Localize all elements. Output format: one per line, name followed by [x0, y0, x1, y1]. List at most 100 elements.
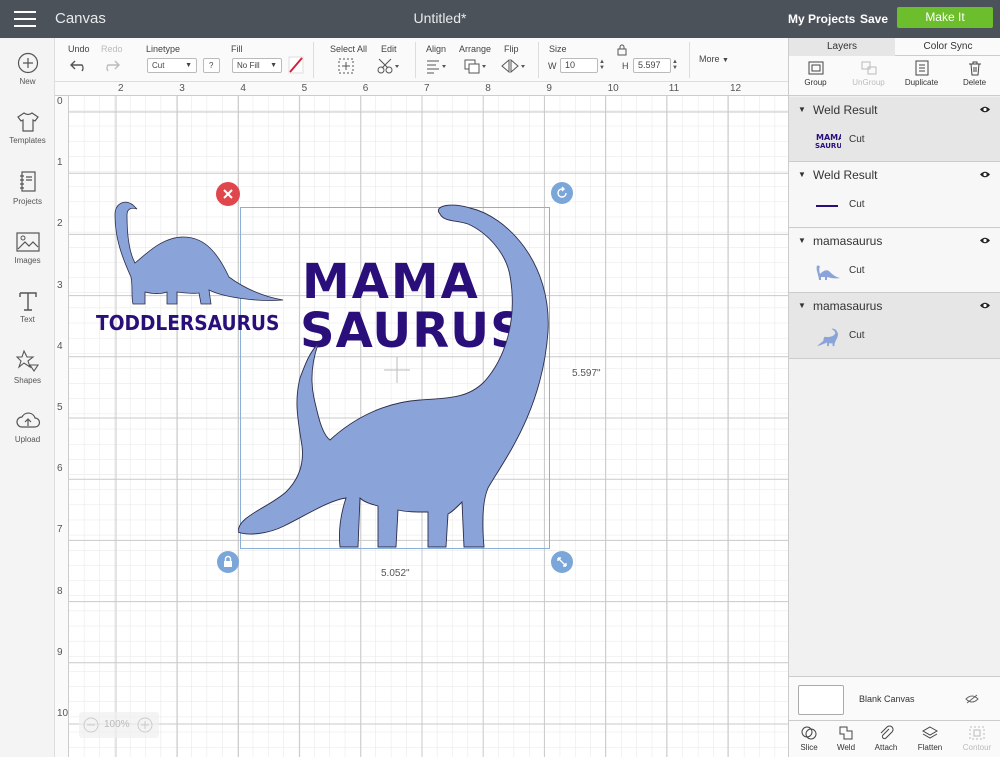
attach-button[interactable]: Attach — [866, 725, 906, 752]
visibility-eye-icon[interactable] — [979, 105, 991, 114]
sidebar-item-label: Upload — [14, 435, 41, 444]
lock-aspect-icon[interactable] — [616, 44, 628, 56]
ruler-top-label: 11 — [668, 83, 680, 94]
delete-button[interactable]: Delete — [948, 60, 1000, 87]
zoom-in-icon[interactable] — [137, 717, 153, 733]
layer-header[interactable]: ▼ Weld Result — [789, 162, 1000, 188]
sidebar-item-new[interactable]: New — [0, 52, 55, 86]
svg-text:MAMA: MAMA — [816, 133, 841, 142]
sidebar-item-templates[interactable]: Templates — [0, 111, 55, 145]
ruler-top-label: 5 — [301, 83, 308, 94]
sidebar-item-label: Images — [14, 256, 41, 265]
duplicate-button[interactable]: Duplicate — [895, 60, 948, 87]
zoom-control: 100% — [79, 712, 159, 738]
blank-canvas-swatch[interactable] — [798, 685, 844, 715]
group-button[interactable]: Group — [789, 60, 842, 87]
attach-label: Attach — [874, 743, 898, 752]
contour-button[interactable]: Contour — [957, 725, 997, 752]
sidebar-item-shapes[interactable]: Shapes — [0, 349, 55, 385]
more-menu[interactable]: More ▼ — [699, 54, 729, 64]
sidebar-item-label: Templates — [9, 136, 46, 145]
visibility-eye-icon[interactable] — [979, 236, 991, 245]
redo-label: Redo — [101, 44, 123, 54]
sidebar-item-upload[interactable]: Upload — [0, 410, 55, 444]
ungroup-button[interactable]: UnGroup — [842, 60, 895, 87]
layer-header[interactable]: ▼ Weld Result — [789, 97, 1000, 123]
collapse-triangle-icon[interactable]: ▼ — [798, 228, 806, 254]
caret-down-icon: ▼ — [270, 62, 277, 69]
tab-layers[interactable]: Layers — [789, 38, 895, 56]
save-button[interactable]: Save — [860, 12, 888, 26]
layer-header[interactable]: ▼ mamasaurus — [789, 228, 1000, 254]
ungroup-label: UnGroup — [852, 78, 885, 87]
zoom-out-icon[interactable] — [83, 717, 99, 733]
sidebar-item-images[interactable]: Images — [0, 231, 55, 265]
visibility-eye-icon[interactable] — [979, 301, 991, 310]
fill-color-swatch-icon[interactable] — [288, 56, 304, 74]
sidebar-item-projects[interactable]: Projects — [0, 170, 55, 206]
linetype-select[interactable]: Cut ▼ — [147, 58, 197, 73]
layer-item[interactable]: MAMA SAURUS Cut — [789, 123, 1000, 159]
resize-handle-icon[interactable] — [550, 550, 574, 574]
ruler-top-label: 3 — [179, 83, 185, 94]
toolbar-divider — [538, 42, 539, 78]
linetype-help-button[interactable]: ? — [203, 58, 220, 73]
layer-group-mamasaurus-1[interactable]: ▼ mamasaurus Cut — [789, 228, 1000, 293]
slice-button[interactable]: Slice — [789, 725, 829, 752]
contour-icon — [969, 726, 985, 740]
ruler-left-label: 0 — [57, 96, 63, 107]
ruler-left-label: 7 — [57, 524, 63, 536]
document-title[interactable]: Untitled* — [0, 10, 880, 26]
tab-color-sync[interactable]: Color Sync — [895, 38, 1000, 56]
width-stepper-icon[interactable]: ▲ ▼ — [599, 59, 605, 71]
duplicate-icon — [915, 60, 928, 76]
select-all-label: Select All — [330, 44, 368, 54]
align-icon[interactable] — [424, 57, 450, 75]
fill-select[interactable]: No Fill ▼ — [232, 58, 282, 73]
layer-item[interactable]: Cut — [789, 188, 1000, 224]
sidebar-item-text[interactable]: Text — [0, 290, 55, 324]
undo-icon[interactable] — [69, 57, 89, 73]
rotate-handle-icon[interactable] — [550, 181, 574, 205]
arrange-icon[interactable] — [462, 57, 490, 75]
layer-group-weld-result-2[interactable]: ▼ Weld Result Cut — [789, 162, 1000, 228]
layer-header[interactable]: ▼ mamasaurus — [789, 293, 1000, 319]
top-bar: Canvas Untitled* My Projects Save Make I… — [0, 0, 1000, 38]
width-input[interactable]: 10 — [560, 58, 598, 73]
ruler-top-label: 9 — [546, 83, 552, 94]
layer-name: mamasaurus — [813, 234, 883, 248]
layer-group-mamasaurus-2[interactable]: ▼ mamasaurus Cut — [789, 293, 1000, 359]
ruler-top-label: 6 — [362, 83, 369, 94]
layer-item[interactable]: Cut — [789, 319, 1000, 355]
layer-item[interactable]: Cut — [789, 254, 1000, 290]
edit-scissors-icon[interactable] — [376, 57, 402, 75]
height-stepper-icon[interactable]: ▲ ▼ — [672, 59, 678, 71]
cloud-upload-icon — [15, 412, 40, 428]
panel-tabs: Layers Color Sync — [789, 38, 1000, 56]
my-projects-link[interactable]: My Projects — [788, 12, 855, 26]
height-input[interactable]: 5.597 — [633, 58, 671, 73]
visibility-eye-icon[interactable] — [979, 170, 991, 179]
caret-down-icon: ▼ — [185, 62, 192, 69]
ruler-top-label: 4 — [240, 83, 246, 94]
flip-icon[interactable] — [499, 57, 527, 75]
flatten-button[interactable]: Flatten — [910, 725, 950, 752]
make-it-button[interactable]: Make It — [897, 7, 993, 28]
lock-handle-icon[interactable] — [216, 550, 240, 574]
redo-icon[interactable] — [101, 57, 121, 73]
select-all-icon[interactable] — [337, 57, 355, 75]
hidden-eye-icon[interactable] — [965, 694, 979, 704]
blank-canvas-row[interactable]: Blank Canvas — [789, 676, 1000, 720]
ruler-top-label: 12 — [730, 83, 742, 94]
sidebar-item-label: New — [19, 77, 36, 86]
collapse-triangle-icon[interactable]: ▼ — [798, 97, 806, 123]
ungroup-icon — [861, 61, 876, 75]
delete-handle-icon[interactable] — [215, 181, 241, 207]
slice-label: Slice — [800, 743, 818, 752]
collapse-triangle-icon[interactable]: ▼ — [798, 162, 806, 188]
collapse-triangle-icon[interactable]: ▼ — [798, 293, 806, 319]
weld-button[interactable]: Weld — [826, 725, 866, 752]
ruler-left-label: 2 — [57, 218, 63, 230]
design-canvas[interactable]: TODDLERSAURUS MAMA SAURUS 5.597" 5.052" … — [55, 82, 788, 757]
layer-group-weld-result-1[interactable]: ▼ Weld Result MAMA SAURUS Cut — [789, 97, 1000, 162]
